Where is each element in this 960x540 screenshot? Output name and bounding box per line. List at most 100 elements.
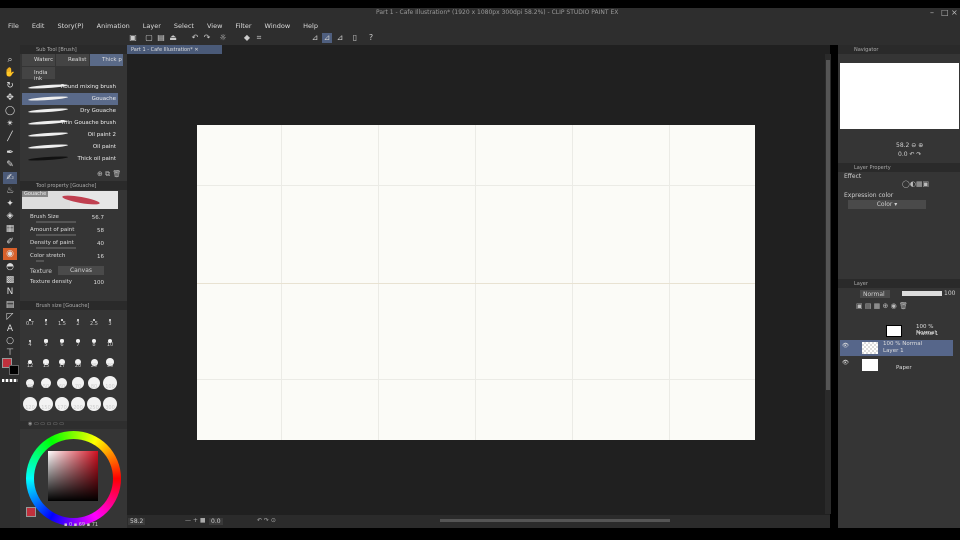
eraser-tool-icon[interactable]: ◈ (3, 210, 17, 222)
frame-tool-icon[interactable]: ▤ (3, 299, 17, 311)
brush-item[interactable]: Oil paint 2 (22, 129, 118, 141)
magic-wand-icon[interactable]: ✴ (3, 118, 17, 130)
brush-size-preset[interactable]: 1.5 (54, 312, 70, 327)
brush-size-preset[interactable]: 2.5 (86, 312, 102, 327)
texture-select[interactable]: Canvas (58, 266, 104, 275)
brush-size-preset[interactable]: 300 (102, 396, 118, 411)
vertical-scroll-thumb[interactable] (826, 60, 830, 390)
ruler-tool-icon[interactable]: ◸ (3, 311, 17, 323)
subtool-tab-india-ink[interactable]: India ink (22, 67, 55, 82)
brush-tool-icon[interactable]: ✍ (3, 172, 17, 184)
bucket-tool-icon[interactable]: ◓ (3, 261, 17, 273)
zoom-field[interactable]: 58.2 (128, 518, 146, 525)
snap-special-ruler-icon[interactable]: ⊿ (322, 33, 332, 43)
maximize-icon[interactable]: □ (941, 8, 949, 17)
brush-size-preset[interactable]: 80 (86, 375, 102, 390)
save-icon[interactable]: ⏏ (168, 33, 178, 43)
brush-size-preset[interactable]: 12 (22, 354, 38, 369)
text-tool-icon[interactable]: A (3, 323, 17, 335)
menu-window[interactable]: Window (257, 19, 296, 32)
brush-size-preset[interactable]: 10 (102, 333, 118, 348)
texture-density-slider[interactable]: Texture density 100 (22, 278, 118, 291)
brush-size-preset[interactable]: 17 (54, 354, 70, 369)
transparent-color-swatch[interactable] (2, 379, 18, 382)
new-file-icon[interactable]: ▢ (144, 33, 154, 43)
drawing-canvas[interactable] (197, 125, 755, 440)
brush-size-preset[interactable]: 7 (70, 333, 86, 348)
brush-size-preset[interactable]: 3 (102, 312, 118, 327)
brush-size-preset[interactable]: 150 (38, 396, 54, 411)
subtool-tab-realistic[interactable]: Realist (56, 54, 89, 66)
snap-ruler-icon[interactable]: ⊿ (310, 33, 320, 43)
brush-size-preset[interactable]: 100 (102, 375, 118, 390)
navigator-angle-value[interactable]: 0.0 (898, 151, 908, 158)
clear-icon[interactable]: ☼ (218, 33, 228, 43)
eye-icon[interactable]: 👁 (842, 360, 849, 366)
menu-story[interactable]: Story(P) (49, 19, 88, 32)
lasso-tool-icon[interactable]: ◯ (3, 105, 17, 117)
brush-size-preset[interactable]: 120 (22, 396, 38, 411)
minimize-icon[interactable]: – (930, 8, 934, 17)
brush-size-preset[interactable]: 60 (54, 375, 70, 390)
brush-size-preset[interactable]: 1 (38, 312, 54, 327)
figure-tool-icon[interactable]: ✐ (3, 236, 17, 248)
angle-field[interactable]: 0.0 (209, 518, 223, 525)
decoration-tool-icon[interactable]: ✦ (3, 198, 17, 210)
eye-icon[interactable]: 👁 (842, 343, 849, 349)
density-of-paint-slider[interactable]: Density of paint 40 (22, 239, 118, 252)
snap-grid-icon[interactable]: ⊿ (335, 33, 345, 43)
hand-tool-icon[interactable]: ✋ (3, 67, 17, 79)
prop-value[interactable]: 56.7 (92, 215, 104, 221)
prop-value[interactable]: 100 (94, 280, 105, 286)
navigator-zoom-value[interactable]: 58.2 (896, 142, 909, 149)
vector-tool-icon[interactable]: N (3, 286, 17, 298)
menu-view[interactable]: View (199, 19, 227, 32)
help-icon[interactable]: ? (366, 33, 376, 43)
sub-color-swatch[interactable] (9, 365, 19, 375)
device-icon[interactable]: ▯ (350, 33, 360, 43)
color-stretch-slider[interactable]: Color stretch 16 (22, 252, 118, 265)
layer-toolbar[interactable]: ▣ ▤ ▦ ⊕ ◉ 🗑 (856, 302, 908, 310)
menu-animation[interactable]: Animation (89, 19, 135, 32)
zoom-buttons[interactable]: — + ■ (185, 517, 206, 524)
brush-size-preset[interactable]: 70 (70, 375, 86, 390)
expression-color-select[interactable]: Color ▾ (848, 200, 926, 209)
brush-size-preset[interactable]: 30 (102, 354, 118, 369)
brush-size-preset[interactable]: 15 (38, 354, 54, 369)
undo-icon[interactable]: ↶ (190, 33, 200, 43)
rotate-tool-icon[interactable]: ↻ (3, 80, 17, 92)
blend-tool-icon[interactable]: ▦ (3, 223, 17, 235)
brush-size-preset[interactable]: 170 (54, 396, 70, 411)
prop-value[interactable]: 58 (97, 228, 104, 234)
subtool-tab-thick-paint[interactable]: Thick p (90, 54, 123, 66)
brush-size-preset[interactable]: 5 (38, 333, 54, 348)
prop-value[interactable]: 40 (97, 241, 104, 247)
rotate-buttons[interactable]: ↶ ↷ ⊙ (257, 517, 276, 524)
layer-row-paper[interactable]: 👁 Paper (840, 357, 953, 373)
amount-of-paint-slider[interactable]: Amount of paint 58 (22, 226, 118, 239)
gradient-tool-icon[interactable]: ▩ (3, 274, 17, 286)
navigator-preview[interactable] (840, 63, 959, 129)
brush-size-preset[interactable]: 250 (86, 396, 102, 411)
brush-size-preset[interactable]: 6 (54, 333, 70, 348)
layer-row-frame[interactable]: 100 % Normal Frame 1 (840, 323, 953, 339)
effect-buttons[interactable]: ◯◐▦▣ (902, 180, 929, 188)
pen-tool-icon[interactable]: ✒ (3, 147, 17, 159)
brush-size-preset[interactable]: 2 (70, 312, 86, 327)
menu-layer[interactable]: Layer (135, 19, 166, 32)
brush-item[interactable]: Oil paint (22, 141, 118, 153)
menu-filter[interactable]: Filter (227, 19, 256, 32)
brush-size-preset[interactable]: 50 (38, 375, 54, 390)
layer-row-layer1[interactable]: 👁 100 % Normal Layer 1 (840, 340, 953, 356)
document-tab[interactable]: Part 1 - Cafe Illustration* ✕ (127, 45, 222, 54)
airbrush-tool-icon[interactable]: ♨ (3, 185, 17, 197)
redo-icon[interactable]: ↷ (202, 33, 212, 43)
move-tool-icon[interactable]: ✥ (3, 92, 17, 104)
saturation-value-square[interactable] (48, 451, 98, 501)
clip-studio-icon[interactable]: ▣ (128, 33, 138, 43)
prop-value[interactable]: 16 (97, 254, 104, 260)
brush-item[interactable]: Round mixing brush (22, 81, 118, 93)
brush-size-preset[interactable]: 200 (70, 396, 86, 411)
brush-size-preset[interactable]: 4 (22, 333, 38, 348)
pencil-tool-icon[interactable]: ✎ (3, 159, 17, 171)
